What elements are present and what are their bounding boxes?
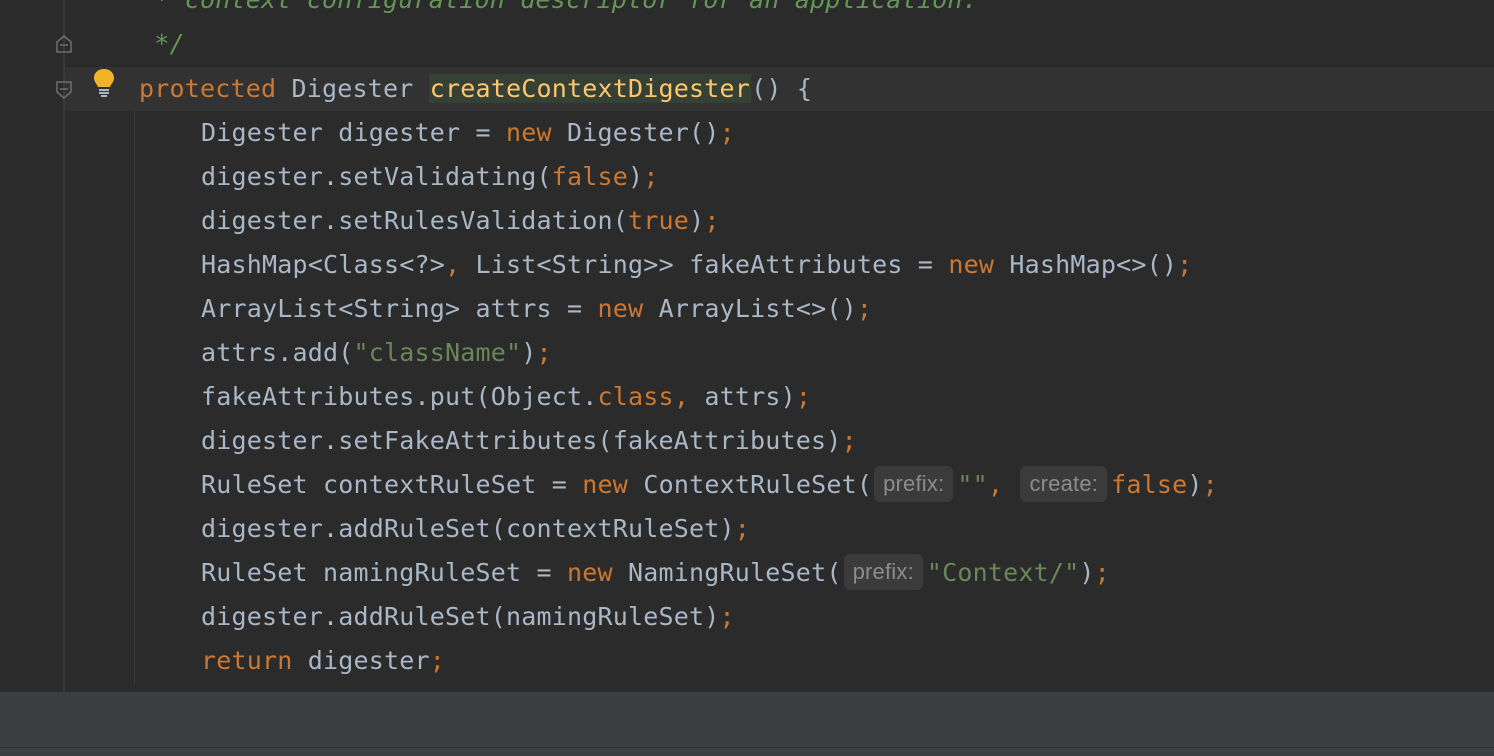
lightbulb-icon[interactable] bbox=[92, 68, 116, 98]
code-line-6[interactable]: attrs.add("className"); bbox=[201, 331, 552, 375]
code-line-1[interactable]: Digester digester = new Digester(); bbox=[201, 111, 735, 155]
method-signature[interactable]: protected Digester createContextDigester… bbox=[139, 67, 812, 111]
code-line-11[interactable]: RuleSet namingRuleSet = new NamingRuleSe… bbox=[201, 551, 1110, 595]
code-line-4[interactable]: HashMap<Class<?>, List<String>> fakeAttr… bbox=[201, 243, 1192, 287]
method-name[interactable]: createContextDigester bbox=[428, 74, 752, 103]
parameter-hint-prefix: prefix: bbox=[843, 554, 923, 590]
code-line-3[interactable]: digester.setRulesValidation(true); bbox=[201, 199, 720, 243]
parameter-hint-prefix: prefix: bbox=[874, 466, 954, 502]
code-line-13[interactable]: return digester; bbox=[201, 639, 445, 683]
gutter-separator bbox=[63, 0, 65, 692]
code-editor[interactable]: * context configuration descriptor for a… bbox=[0, 0, 1494, 692]
code-line-8[interactable]: digester.setFakeAttributes(fakeAttribute… bbox=[201, 419, 857, 463]
parameter-hint-create: create: bbox=[1020, 466, 1108, 502]
indent-guide bbox=[134, 111, 135, 683]
comment-end-line: */ bbox=[139, 29, 185, 58]
code-line-12[interactable]: digester.addRuleSet(namingRuleSet); bbox=[201, 595, 735, 639]
status-area bbox=[0, 692, 1494, 756]
divider bbox=[0, 747, 1494, 748]
code-line-9[interactable]: RuleSet contextRuleSet = new ContextRule… bbox=[201, 463, 1218, 507]
fold-end-icon[interactable] bbox=[56, 35, 72, 53]
code-line-2[interactable]: digester.setValidating(false); bbox=[201, 155, 659, 199]
return-type: Digester bbox=[276, 74, 429, 103]
code-line-7[interactable]: fakeAttributes.put(Object.class, attrs); bbox=[201, 375, 811, 419]
fold-start-icon[interactable] bbox=[56, 81, 72, 99]
code-line-10[interactable]: digester.addRuleSet(contextRuleSet); bbox=[201, 507, 750, 551]
code-line-5[interactable]: ArrayList<String> attrs = new ArrayList<… bbox=[201, 287, 872, 331]
comment-line: * context configuration descriptor for a… bbox=[139, 0, 978, 22]
modifier-keyword: protected bbox=[139, 74, 277, 103]
